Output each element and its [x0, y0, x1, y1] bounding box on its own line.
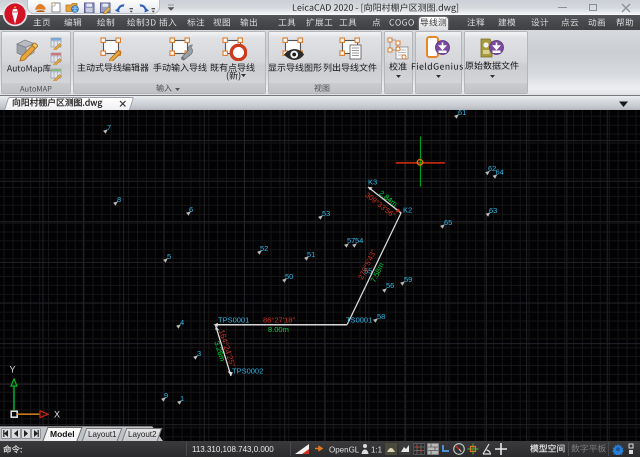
svg-text:1:1: 1:1 [371, 446, 383, 455]
svg-text:56: 56 [386, 281, 394, 290]
svg-text:53: 53 [322, 209, 330, 218]
svg-text:58: 58 [377, 312, 385, 321]
svg-text:TS0001: TS0001 [346, 316, 372, 325]
svg-text:52: 52 [260, 244, 268, 253]
svg-text:63: 63 [489, 206, 497, 215]
svg-text:K2: K2 [403, 206, 412, 215]
svg-text:8: 8 [117, 195, 121, 204]
svg-text:Y: Y [10, 365, 16, 375]
svg-text:51: 51 [307, 250, 315, 259]
svg-text:4: 4 [180, 318, 184, 327]
svg-text:TPS0001: TPS0001 [218, 316, 249, 325]
svg-text:K3: K3 [368, 178, 377, 187]
svg-text:OpenGL: OpenGL [329, 446, 360, 455]
svg-text:TPS0002: TPS0002 [232, 367, 263, 376]
svg-text:5: 5 [167, 252, 171, 261]
svg-text:59: 59 [404, 275, 412, 284]
svg-text:65: 65 [444, 218, 452, 227]
svg-text:3: 3 [197, 349, 201, 358]
svg-text:61: 61 [458, 110, 466, 117]
svg-text:X: X [54, 410, 60, 420]
svg-text:50: 50 [285, 272, 293, 281]
svg-text:8.00m: 8.00m [268, 325, 289, 334]
svg-text:86°27'18": 86°27'18" [263, 316, 295, 325]
svg-text:7: 7 [107, 123, 111, 132]
